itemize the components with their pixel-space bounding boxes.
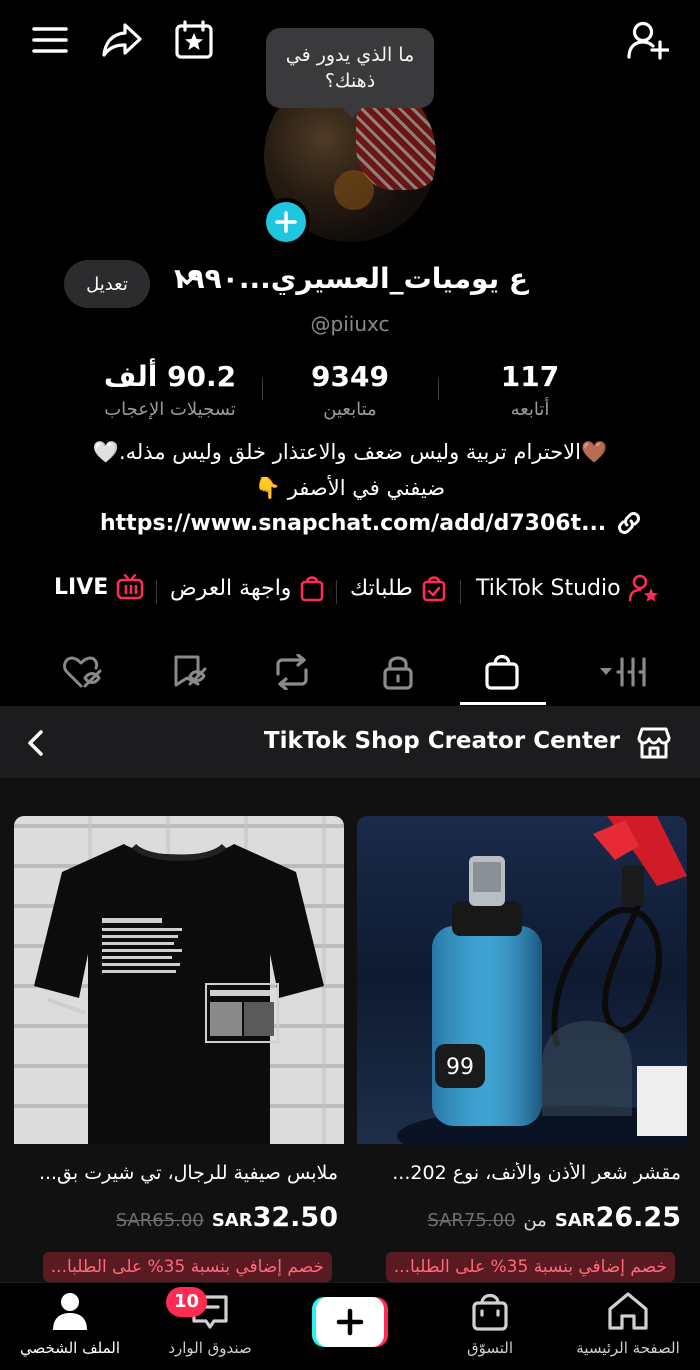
showcase-button[interactable]: واجهة العرض — [170, 574, 325, 602]
orders-button[interactable]: طلباتك — [350, 574, 447, 602]
stat-label: تسجيلات الإعجاب — [104, 399, 236, 420]
bookmark-hidden-icon — [174, 655, 207, 687]
profile-person-icon — [53, 1293, 87, 1330]
shop-header-title: TikTok Shop Creator Center — [263, 728, 620, 754]
storefront-icon — [637, 727, 671, 759]
current-price: SAR26.25 — [555, 1202, 681, 1233]
tab-reposts[interactable] — [252, 644, 332, 700]
stat-following[interactable]: 117 أتابعه — [440, 360, 620, 420]
live-button[interactable]: LIVE — [54, 574, 144, 600]
currency: SAR — [211, 1210, 253, 1231]
shop-creator-center-header[interactable]: TikTok Shop Creator Center — [0, 706, 700, 778]
stat-followers[interactable]: 9349 متابعين — [260, 360, 440, 420]
product-image[interactable]: 99 — [357, 816, 687, 1144]
home-icon — [608, 1292, 648, 1330]
active-tab-indicator — [460, 702, 546, 705]
calendar-star-icon[interactable] — [172, 18, 216, 62]
original-price: SAR65.00 — [115, 1210, 204, 1231]
nav-label: صندوق الوارد — [168, 1339, 252, 1357]
shopping-bag-icon — [472, 1293, 508, 1331]
add-user-icon[interactable] — [626, 18, 670, 62]
tab-private[interactable] — [358, 644, 438, 700]
bottom-navigation: الصفحة الرئيسية التسوّق صندوق الوارد 10 … — [0, 1282, 700, 1370]
tool-label: طلباتك — [350, 575, 413, 601]
tab-shop[interactable] — [462, 644, 542, 700]
shopping-bag-check-icon — [422, 576, 446, 602]
nav-profile[interactable]: الملف الشخصي — [10, 1291, 130, 1357]
product-price-row: SAR65.00 SAR32.50 — [20, 1202, 338, 1233]
live-tv-icon — [116, 574, 144, 600]
tiktok-studio-button[interactable]: TikTok Studio — [476, 574, 659, 602]
discount-badge: خصم إضافي بنسبة 35% على الطلبا... — [385, 1252, 675, 1282]
bio-line: ضيفني في الأصفر 👇 — [254, 476, 446, 500]
grid-dropdown-icon — [600, 657, 650, 687]
plus-icon — [275, 211, 297, 233]
hamburger-menu-icon[interactable] — [28, 18, 72, 62]
nav-label: الصفحة الرئيسية — [576, 1339, 680, 1357]
current-price: SAR32.50 — [212, 1202, 338, 1233]
product-title[interactable]: مقشر شعر الأذن والأنف، نوع 202... — [363, 1162, 681, 1184]
bio-line: 🤎الاحترام تربية وليس ضعف والاعتذار خلق و… — [92, 440, 608, 464]
product-price-row: SAR75.00 من SAR26.25 — [363, 1202, 681, 1233]
create-button[interactable] — [312, 1297, 388, 1347]
tab-favorites[interactable] — [148, 644, 228, 700]
repost-icon — [276, 654, 308, 690]
product-card[interactable]: ملابس صيفية للرجال، تي شيرت بق... SAR65.… — [14, 816, 344, 1282]
stat-value: 117 — [500, 360, 560, 393]
nav-shop[interactable]: التسوّق — [430, 1291, 550, 1357]
thought-bubble[interactable]: ما الذي يدور في ذهنك؟ — [266, 28, 434, 118]
stat-likes[interactable]: 90.2 ألف تسجيلات الإعجاب — [80, 360, 260, 420]
tab-videos-grid[interactable] — [584, 644, 664, 700]
tshirt-product-photo — [34, 843, 324, 1144]
shopping-bag-icon — [485, 654, 519, 690]
tool-label: واجهة العرض — [170, 575, 292, 601]
product-image[interactable] — [14, 816, 344, 1144]
stat-label: أتابعه — [510, 399, 550, 420]
link-icon — [618, 512, 641, 534]
nav-label: الملف الشخصي — [20, 1339, 120, 1357]
svg-text:99: 99 — [446, 1055, 474, 1080]
stat-value: 9349 — [311, 360, 389, 393]
nav-label: التسوّق — [466, 1339, 514, 1357]
tool-label: TikTok Studio — [476, 575, 621, 601]
stat-label: متابعين — [323, 399, 377, 420]
inbox-badge: 10 — [166, 1287, 208, 1317]
edit-profile-button[interactable]: تعديل — [64, 260, 150, 308]
profile-handle: @piiuxc — [310, 312, 390, 336]
original-price: SAR75.00 — [427, 1210, 516, 1231]
create-plus-icon — [312, 1297, 388, 1347]
price-prefix: من — [523, 1210, 547, 1231]
add-avatar-button[interactable] — [262, 198, 310, 246]
bio-link[interactable]: https://www.snapchat.com/add/d7306t... — [100, 510, 642, 536]
lock-icon — [383, 656, 413, 690]
shopping-bag-icon — [301, 576, 324, 602]
stat-value: 90.2 ألف — [103, 360, 237, 393]
product-title[interactable]: ملابس صيفية للرجال، تي شيرت بق... — [20, 1162, 338, 1184]
bio-link-text[interactable]: https://www.snapchat.com/add/d7306t... — [100, 511, 606, 536]
chevron-left-icon[interactable] — [24, 728, 48, 758]
currency: SAR — [554, 1210, 596, 1231]
price-value: 32.50 — [252, 1202, 338, 1233]
profile-name[interactable]: ع يوميات_العسيري...١٩٩٠ — [170, 262, 528, 295]
trimmer-product-photo: 99 — [397, 816, 687, 1144]
studio-user-star-icon — [628, 574, 658, 602]
nav-home[interactable]: الصفحة الرئيسية — [568, 1291, 688, 1357]
heart-hidden-icon — [63, 656, 102, 688]
tab-liked[interactable] — [42, 644, 122, 700]
tool-label: LIVE — [54, 574, 109, 600]
share-arrow-icon[interactable] — [100, 18, 144, 62]
discount-badge: خصم إضافي بنسبة 35% على الطلبا... — [42, 1252, 332, 1282]
product-card[interactable]: 99 مقشر شعر الأذن والأنف، نوع 202... SAR… — [357, 816, 687, 1282]
price-value: 26.25 — [595, 1202, 681, 1233]
